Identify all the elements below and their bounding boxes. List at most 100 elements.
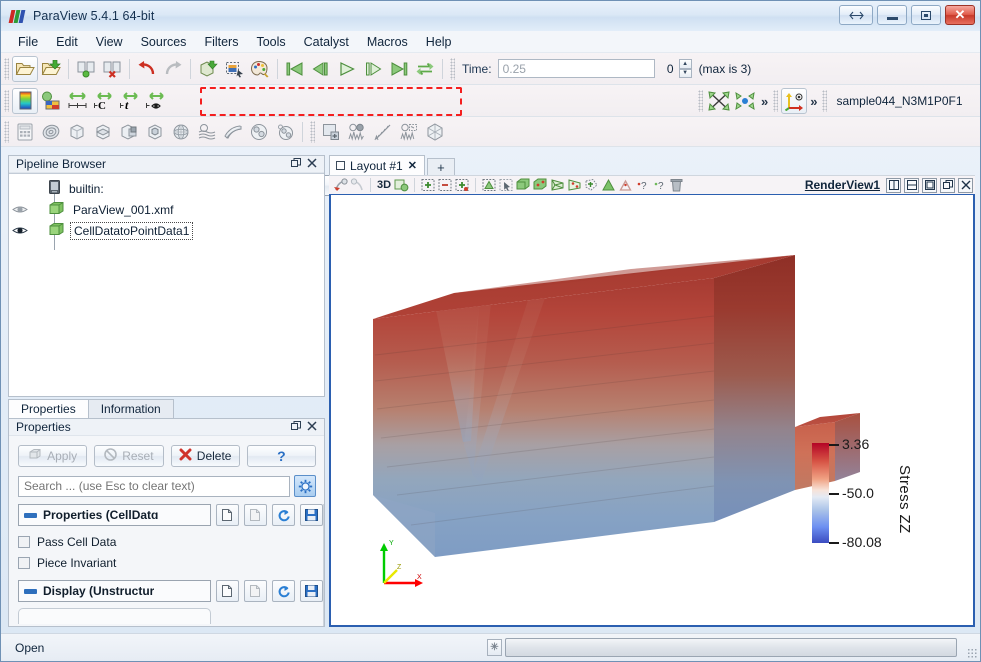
calculator-filter-button[interactable] [12, 119, 38, 145]
undock-icon[interactable] [291, 157, 301, 171]
trash-icon[interactable] [668, 177, 684, 193]
split-horizontal-button[interactable] [886, 177, 901, 193]
menu-item-view[interactable]: View [87, 33, 132, 51]
create-custom-filter-button[interactable] [221, 56, 247, 82]
group-datasets-filter-button[interactable] [246, 119, 272, 145]
rescale-to-data-range-button[interactable] [64, 88, 90, 114]
camera-toolbar-grip[interactable] [698, 90, 703, 112]
slice-filter-button[interactable] [90, 119, 116, 145]
close-view-button[interactable] [958, 177, 973, 193]
extract-subset-filter-button[interactable] [142, 119, 168, 145]
play-button[interactable] [334, 56, 360, 82]
copy-icon[interactable] [216, 580, 239, 602]
view-toolbar-grip[interactable] [310, 120, 315, 143]
close-layout-icon[interactable]: ✕ [408, 159, 417, 172]
connect-server-button[interactable] [73, 56, 99, 82]
help-button[interactable]: ? [246, 445, 316, 467]
frustum-points-button[interactable] [566, 177, 582, 193]
axes-toolbar-grip[interactable] [773, 90, 779, 112]
resize-grip[interactable] [967, 648, 977, 658]
toolbar-grip[interactable] [4, 57, 9, 80]
maximize-button[interactable] [911, 5, 941, 25]
display-group-header[interactable]: Display (Unstructur [18, 580, 211, 602]
save-defaults-icon[interactable] [300, 580, 323, 602]
undock-view-button[interactable] [940, 177, 955, 193]
gear-icon[interactable] [294, 475, 316, 497]
pass-cell-data-checkbox-row[interactable]: Pass Cell Data [18, 531, 323, 552]
pipeline-tree[interactable]: builtin: ParaView_001.xmf CellDatatoPoin… [9, 173, 324, 396]
camera-undo-button[interactable] [332, 177, 348, 193]
render-view-name[interactable]: RenderView1 [805, 178, 885, 192]
rescale-over-time-button[interactable]: t [116, 88, 142, 114]
paste-icon[interactable] [244, 580, 267, 602]
interactive-select-button[interactable] [498, 177, 514, 193]
copy-icon[interactable] [216, 504, 239, 526]
pipeline-item-celldatatopointdata[interactable]: CellDatatoPointData1 [9, 220, 324, 241]
edit-color-map-button[interactable] [247, 56, 273, 82]
first-frame-button[interactable] [282, 56, 308, 82]
menu-item-tools[interactable]: Tools [247, 33, 294, 51]
visibility-eye-icon[interactable] [9, 225, 31, 236]
rescale-visible-range-button[interactable] [142, 88, 168, 114]
piece-invariant-checkbox[interactable] [18, 556, 30, 569]
minimize-button[interactable] [877, 5, 907, 25]
plot-over-line-button[interactable] [370, 119, 396, 145]
toolbar-overflow-button[interactable]: » [758, 94, 770, 109]
menu-item-edit[interactable]: Edit [47, 33, 87, 51]
show-orientation-axes-button[interactable] [781, 88, 808, 114]
menu-item-macros[interactable]: Macros [358, 33, 417, 51]
select-points-on-button[interactable] [437, 177, 453, 193]
new-layout-tab-button[interactable]: + [426, 158, 455, 175]
plot-over-time-button[interactable] [344, 119, 370, 145]
time-toolbar-grip[interactable] [450, 57, 455, 80]
pipeline-item-builtin[interactable]: builtin: [9, 178, 324, 199]
camera-redo-button[interactable] [349, 177, 365, 193]
query-cells-button[interactable]: ? [634, 177, 650, 193]
visibility-eye-icon[interactable] [9, 204, 31, 215]
recent-files-button[interactable] [38, 56, 64, 82]
last-frame-button[interactable] [386, 56, 412, 82]
select-cells-through-button[interactable] [454, 177, 470, 193]
stream-tracer-filter-button[interactable] [194, 119, 220, 145]
paste-icon[interactable] [244, 504, 267, 526]
loop-button[interactable] [412, 56, 438, 82]
reset-button[interactable]: Reset [94, 445, 164, 467]
restore-defaults-icon[interactable] [272, 580, 295, 602]
extract-level-filter-button[interactable] [272, 119, 298, 145]
rescale-to-custom-range-button[interactable]: C [90, 88, 116, 114]
close-icon[interactable] [307, 420, 317, 434]
snap-to-axes-button[interactable] [422, 119, 448, 145]
hover-cells-button[interactable] [515, 177, 531, 193]
pipeline-item-paraview-xmf[interactable]: ParaView_001.xmf [9, 199, 324, 220]
pass-cell-data-checkbox[interactable] [18, 535, 30, 548]
threshold-filter-button[interactable] [116, 119, 142, 145]
undock-icon[interactable] [291, 420, 301, 434]
frustum-cells-button[interactable] [549, 177, 565, 193]
menu-item-help[interactable]: Help [417, 33, 461, 51]
scalar-bar[interactable] [812, 443, 829, 543]
edit-colormap-button[interactable] [38, 88, 64, 114]
hover-points-button[interactable] [532, 177, 548, 193]
menu-item-filters[interactable]: Filters [195, 33, 247, 51]
select-cells-on-button[interactable] [420, 177, 436, 193]
create-view-button[interactable] [318, 119, 344, 145]
cancel-icon[interactable]: ✳ [487, 639, 502, 656]
redo-button[interactable] [160, 56, 186, 82]
delete-button[interactable]: Delete [170, 445, 240, 467]
next-frame-button[interactable] [360, 56, 386, 82]
properties-group-header[interactable]: Properties (CellDatɑ [18, 504, 211, 526]
save-defaults-icon[interactable] [300, 504, 323, 526]
plot-selection-button[interactable] [396, 119, 422, 145]
plot-data-over-time-button[interactable] [600, 177, 616, 193]
color-toolbar-grip[interactable] [4, 89, 9, 112]
split-vertical-button[interactable] [904, 177, 919, 193]
zoom-to-data-button[interactable] [706, 88, 732, 114]
tab-properties[interactable]: Properties [8, 399, 89, 418]
axes-overflow-button[interactable]: » [807, 94, 819, 109]
render-view[interactable]: Y X Z 3.36 -50.0 -80.08 Stress ZZ [329, 194, 975, 627]
menu-item-sources[interactable]: Sources [132, 33, 196, 51]
warp-filter-button[interactable] [220, 119, 246, 145]
source-toolbar-grip[interactable] [822, 90, 828, 112]
query-points-button[interactable]: ? [651, 177, 667, 193]
change-input-button[interactable] [195, 56, 221, 82]
